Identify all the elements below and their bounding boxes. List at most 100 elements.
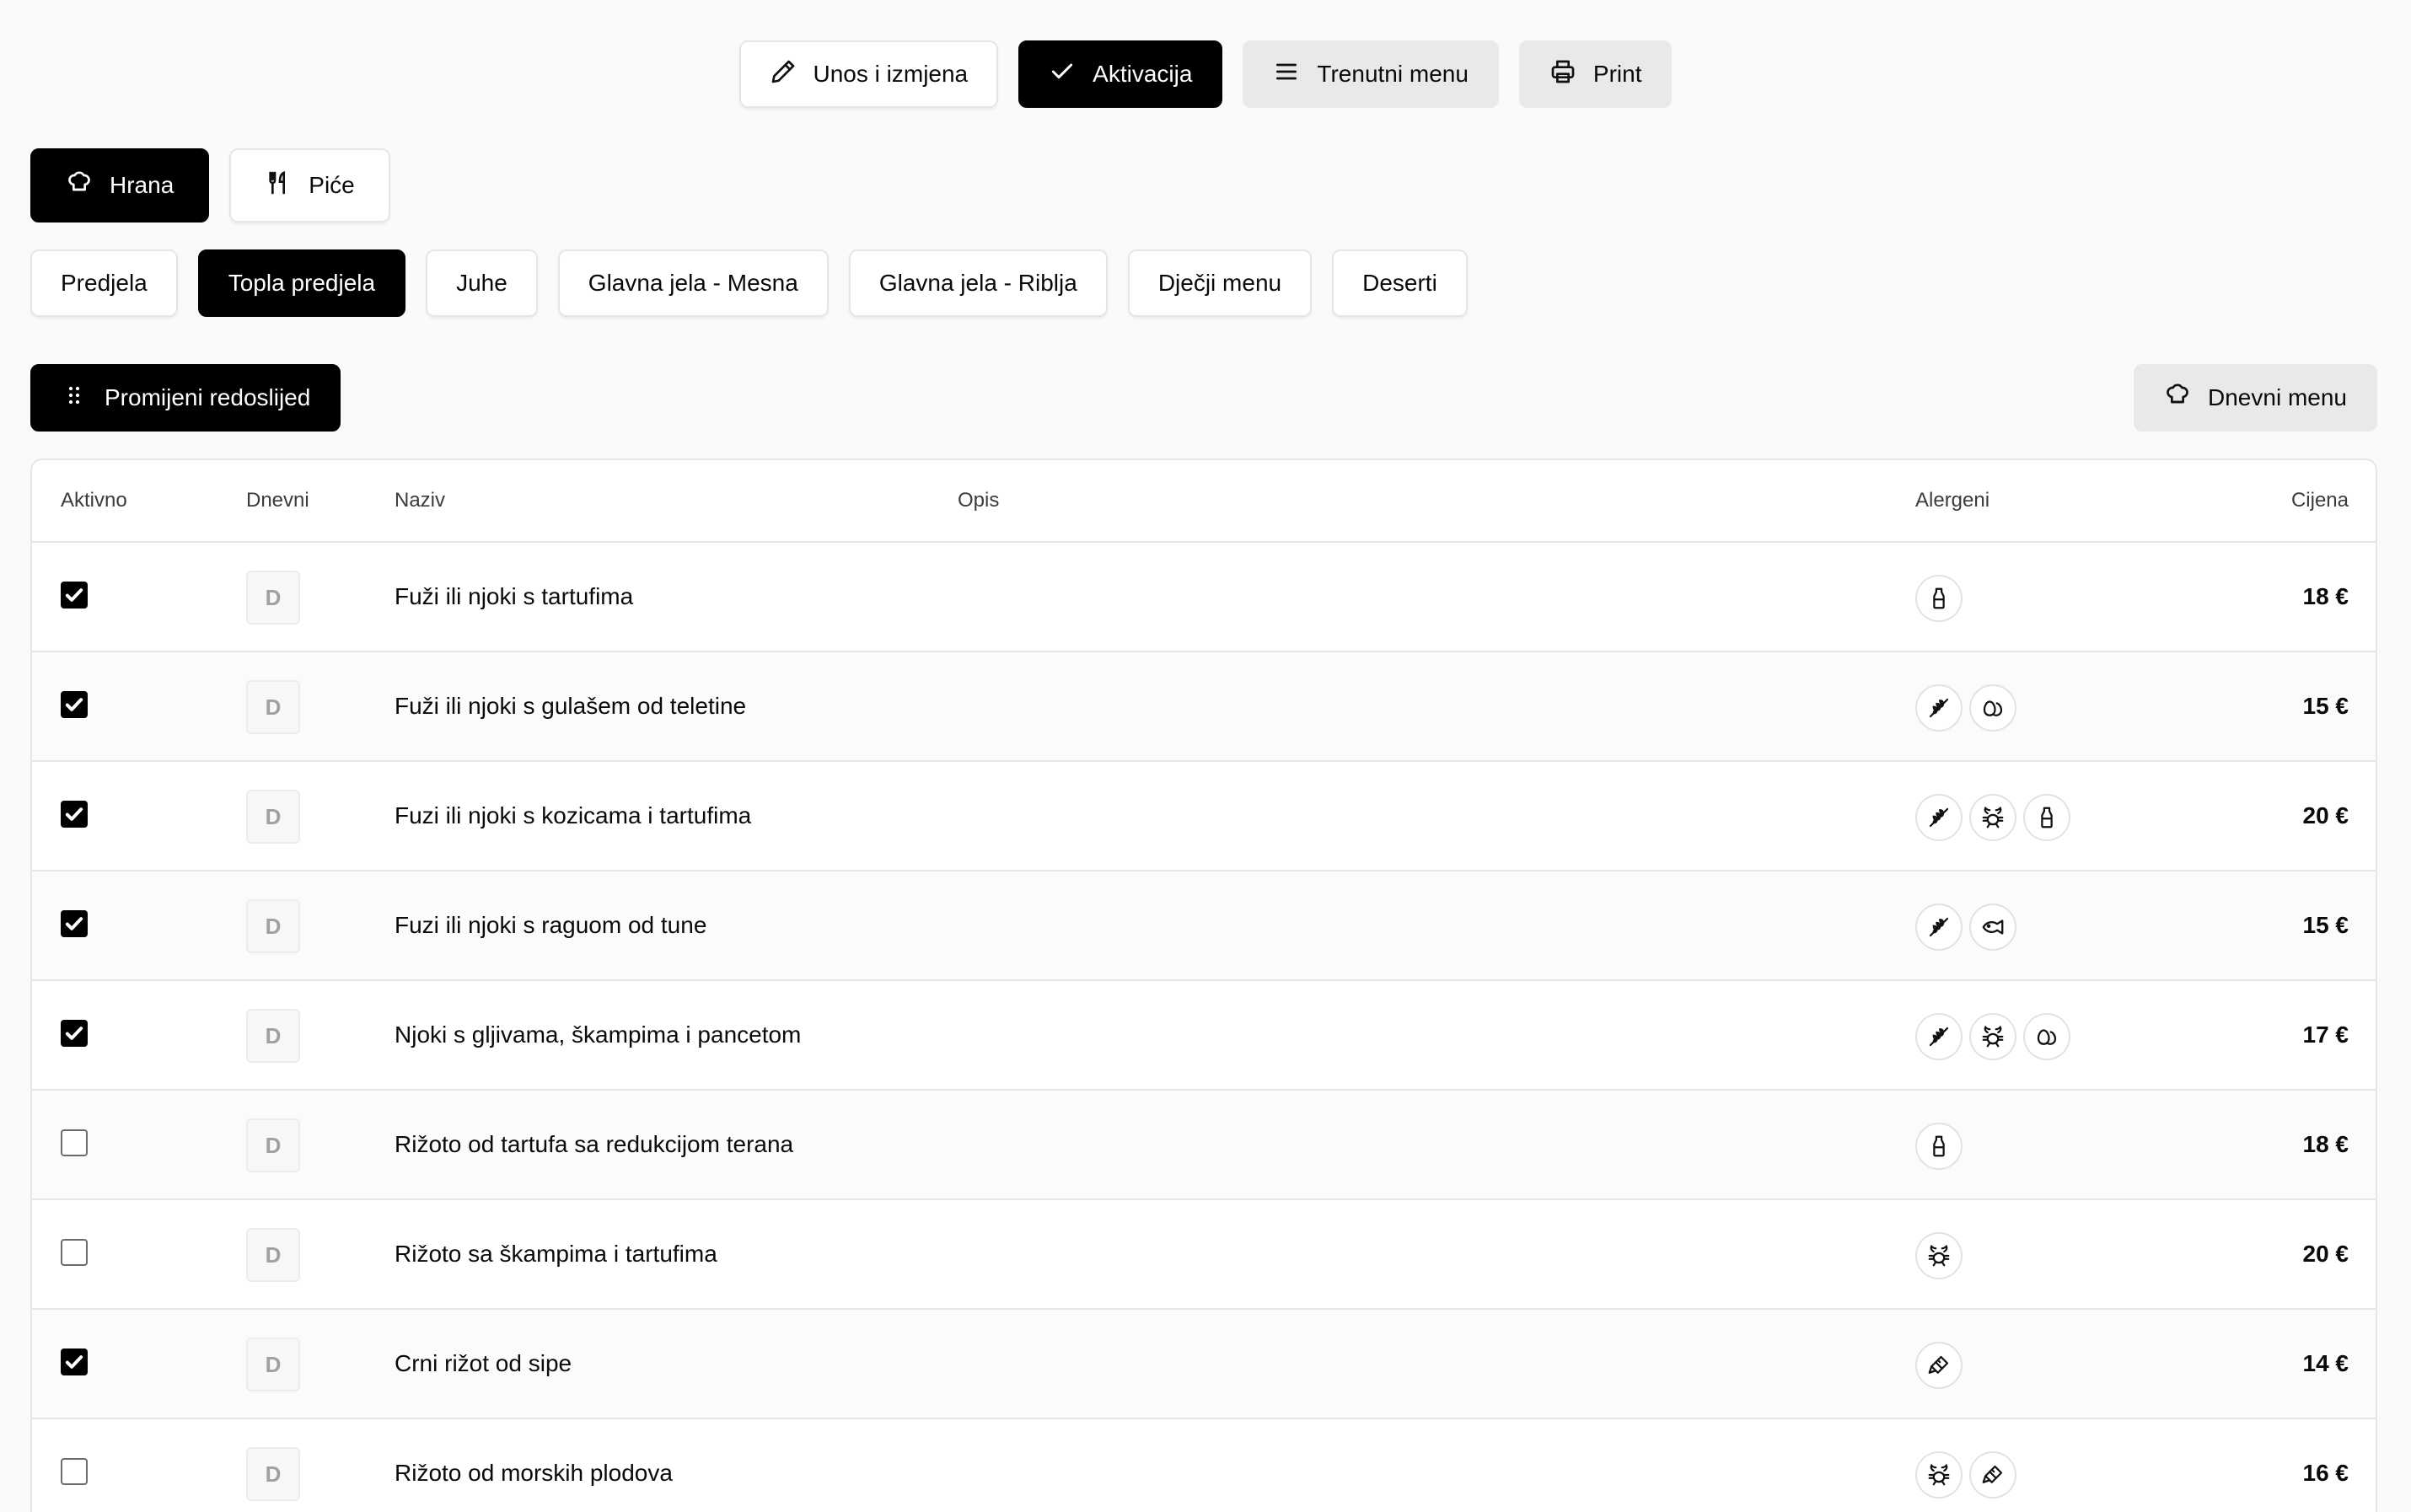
category-tab[interactable]: Glavna jela - Riblja (848, 249, 1108, 317)
allergen-list (1915, 684, 2016, 732)
chef-hat-icon (66, 169, 93, 202)
tab-drinks-label: Piće (309, 172, 355, 198)
category-tab-label: Dječji menu (1157, 270, 1282, 296)
table-row[interactable]: D Njoki s gljivama, škampima i pancetom 17… (32, 981, 2376, 1091)
table-row[interactable]: D Fuži ili njoki s tartufima 18 € (32, 543, 2376, 652)
category-tab[interactable]: Deserti (1332, 249, 1468, 317)
table-row[interactable]: D Rižoto sa škampima i tartufima 20 € (32, 1200, 2376, 1310)
mollusc-icon (1969, 1451, 2016, 1499)
tab-food[interactable]: Hrana (30, 148, 210, 223)
active-checkbox[interactable] (61, 582, 88, 609)
category-tab-label: Topla predjela (228, 270, 376, 296)
item-price: 17 € (2302, 1021, 2349, 1048)
column-header-name[interactable]: Naziv (395, 460, 445, 541)
active-checkbox[interactable] (61, 1239, 88, 1266)
gluten-icon (1915, 794, 1963, 841)
reorder-button-label: Promijeni redoslijed (105, 384, 311, 410)
crustacean-icon (1969, 1013, 2016, 1060)
printer-icon (1549, 58, 1576, 91)
print-button[interactable]: Print (1518, 40, 1673, 108)
daily-toggle[interactable]: D (246, 571, 300, 625)
daily-toggle[interactable]: D (246, 1009, 300, 1063)
activation-button[interactable]: Aktivacija (1018, 40, 1223, 108)
allergen-list (1915, 575, 1963, 622)
table-row[interactable]: D Fuzi ili njoki s kozicama i tartufima 20… (32, 762, 2376, 871)
column-header-description[interactable]: Opis (958, 460, 999, 541)
active-checkbox[interactable] (61, 910, 88, 937)
daily-toggle[interactable]: D (246, 1228, 300, 1282)
chef-hat-icon (2164, 382, 2191, 415)
item-price: 18 € (2302, 583, 2349, 609)
column-header-active[interactable]: Aktivno (61, 460, 127, 541)
tab-drinks[interactable]: Piće (229, 148, 390, 223)
active-checkbox[interactable] (61, 1348, 88, 1375)
category-tab[interactable]: Glavna jela - Mesna (557, 249, 829, 317)
table-row[interactable]: D Fuzi ili njoki s raguom od tune 15 € (32, 871, 2376, 981)
menu-lines-icon (1273, 58, 1300, 91)
item-name: Fuzi ili njoki s raguom od tune (395, 912, 707, 938)
allergen-list (1915, 1342, 1963, 1389)
active-checkbox[interactable] (61, 801, 88, 828)
allergen-list (1915, 1123, 1963, 1170)
allergen-list (1915, 1013, 2070, 1060)
mollusc-icon (1915, 1342, 1963, 1389)
category-tab-active[interactable]: Topla predjela (197, 249, 406, 317)
category-tab-label: Juhe (456, 270, 507, 296)
category-tab-label: Glavna jela - Mesna (588, 270, 798, 296)
category-tab-label: Glavna jela - Riblja (878, 270, 1077, 296)
daily-toggle[interactable]: D (246, 680, 300, 734)
daily-menu-button-label: Dnevni menu (2208, 384, 2347, 410)
table-row[interactable]: D Rižoto od morskih plodova 16 € (32, 1419, 2376, 1512)
item-price: 20 € (2302, 1241, 2349, 1267)
activation-button-label: Aktivacija (1093, 61, 1193, 87)
item-price: 15 € (2302, 693, 2349, 719)
gluten-icon (1915, 903, 1963, 951)
daily-toggle[interactable]: D (246, 1338, 300, 1391)
column-header-allergens[interactable]: Alergeni (1915, 460, 1989, 541)
item-price: 20 € (2302, 802, 2349, 828)
fish-icon (1969, 903, 2016, 951)
gluten-icon (1915, 684, 1963, 732)
column-header-price[interactable]: Cijena (2291, 460, 2349, 541)
active-checkbox[interactable] (61, 1129, 88, 1156)
top-toolbar: Unos i izmjena Aktivacija Trenutni menu … (0, 40, 2411, 108)
milk-icon (1915, 1123, 1963, 1170)
milk-icon (1915, 575, 1963, 622)
item-name: Rižoto sa škampima i tartufima (395, 1241, 717, 1267)
table-row[interactable]: D Fuži ili njoki s gulašem od teletine 15 … (32, 652, 2376, 762)
table-row[interactable]: D Crni rižot od sipe 14 € (32, 1310, 2376, 1419)
crustacean-icon (1915, 1451, 1963, 1499)
category-tab[interactable]: Predjela (30, 249, 178, 317)
active-checkbox[interactable] (61, 1458, 88, 1485)
item-name: Njoki s gljivama, škampima i pancetom (395, 1021, 802, 1048)
category-tab[interactable]: Dječji menu (1127, 249, 1313, 317)
item-price: 14 € (2302, 1350, 2349, 1376)
menu-type-tabs: Hrana Piće (30, 148, 390, 223)
daily-toggle[interactable]: D (246, 1447, 300, 1501)
daily-toggle[interactable]: D (246, 790, 300, 844)
milk-icon (2023, 794, 2070, 841)
reorder-button[interactable]: Promijeni redoslijed (30, 364, 341, 432)
category-tabs: Predjela Topla predjela Juhe Glavna jela… (30, 249, 1468, 317)
edit-button[interactable]: Unos i izmjena (738, 40, 999, 108)
category-tab[interactable]: Juhe (426, 249, 538, 317)
daily-toggle[interactable]: D (246, 899, 300, 953)
active-checkbox[interactable] (61, 691, 88, 718)
category-tab-label: Deserti (1362, 270, 1437, 296)
table-row[interactable]: D Rižoto od tartufa sa redukcijom terana 1… (32, 1091, 2376, 1200)
active-checkbox[interactable] (61, 1020, 88, 1047)
daily-toggle[interactable]: D (246, 1118, 300, 1172)
item-price: 15 € (2302, 912, 2349, 938)
current-menu-button[interactable]: Trenutni menu (1243, 40, 1499, 108)
item-price: 16 € (2302, 1460, 2349, 1486)
gluten-icon (1915, 1013, 1963, 1060)
egg-icon (1969, 684, 2016, 732)
drag-handle-icon (61, 382, 88, 415)
column-header-daily[interactable]: Dnevni (246, 460, 309, 541)
item-name: Fuži ili njoki s tartufima (395, 583, 634, 609)
menu-admin-page: Unos i izmjena Aktivacija Trenutni menu … (0, 0, 2411, 1512)
item-name: Crni rižot od sipe (395, 1350, 572, 1376)
daily-menu-button[interactable]: Dnevni menu (2134, 364, 2377, 432)
allergen-list (1915, 1232, 1963, 1279)
menu-items-table: Aktivno Dnevni Naziv Opis Alergeni Cijen… (30, 458, 2377, 1512)
